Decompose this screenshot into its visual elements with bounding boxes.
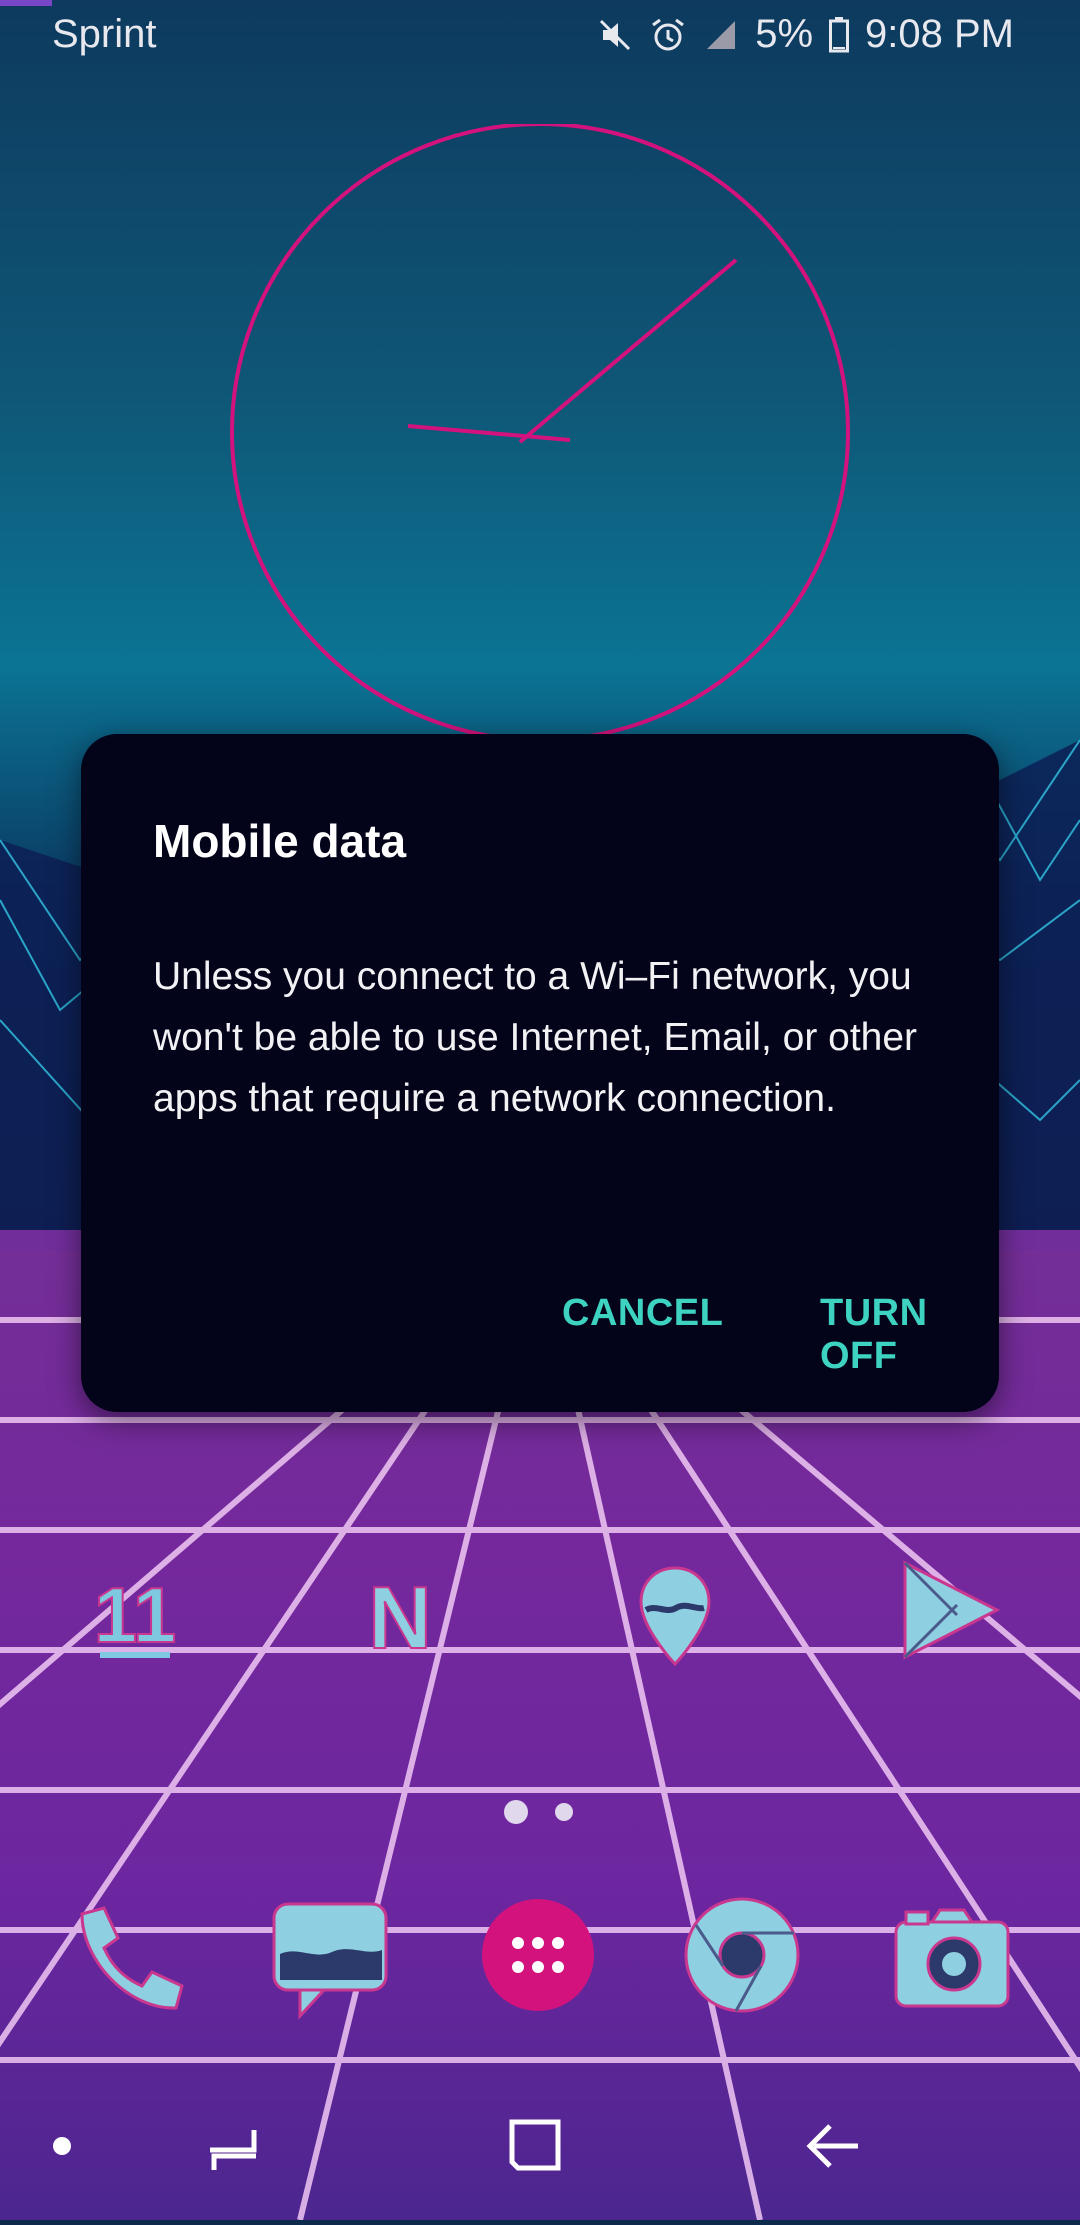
page-indicator[interactable] bbox=[500, 1800, 580, 1824]
play-store-app[interactable] bbox=[895, 1555, 1005, 1665]
messages-icon bbox=[272, 1902, 388, 2020]
maps-app[interactable] bbox=[620, 1560, 730, 1670]
turn-off-button[interactable]: TURN OFF bbox=[812, 1282, 999, 1388]
navigation-bar bbox=[0, 2100, 1080, 2220]
chrome-app[interactable] bbox=[682, 1895, 802, 2015]
dialog-message: Unless you connect to a Wi–Fi network, y… bbox=[153, 955, 918, 1120]
chrome-icon bbox=[684, 1897, 800, 2013]
mute-icon bbox=[600, 19, 631, 50]
app-drawer-button[interactable] bbox=[478, 1895, 598, 2015]
svg-text:N: N bbox=[368, 1568, 432, 1667]
carrier-label: Sprint bbox=[52, 12, 157, 56]
nav-icons bbox=[53, 2119, 858, 2171]
cancel-button[interactable]: CANCEL bbox=[554, 1282, 731, 1345]
recents-icon[interactable] bbox=[210, 2130, 257, 2170]
dot-indicator-icon bbox=[53, 2137, 71, 2155]
page-dots bbox=[504, 1800, 573, 1824]
camera-app[interactable] bbox=[892, 1900, 1012, 2020]
svg-text:11: 11 bbox=[94, 1571, 176, 1659]
maps-icon bbox=[639, 1566, 711, 1667]
alarm-icon bbox=[652, 18, 685, 50]
dialog-title: Mobile data bbox=[153, 815, 407, 867]
netflix-app[interactable]: N bbox=[345, 1560, 455, 1670]
home-icon[interactable] bbox=[509, 2119, 561, 2171]
app-drawer-icon bbox=[482, 1899, 594, 2011]
battery-icon bbox=[829, 16, 850, 52]
status-icons: 5% 9:08 PM bbox=[597, 12, 1014, 57]
mobile-data-dialog: Mobile data Unless you connect to a Wi–F… bbox=[81, 734, 999, 1412]
calendar-app[interactable]: 11 bbox=[80, 1560, 190, 1670]
back-icon[interactable] bbox=[806, 2124, 858, 2168]
clock-face bbox=[230, 122, 850, 742]
phone-app[interactable] bbox=[64, 1900, 184, 2020]
phone-icon bbox=[80, 1906, 184, 2010]
analog-clock-widget[interactable] bbox=[228, 122, 852, 742]
calendar-icon: 11 bbox=[93, 1570, 177, 1660]
status-time: 9:08 PM bbox=[865, 12, 1014, 56]
play-store-icon bbox=[903, 1560, 1001, 1660]
minute-hand bbox=[518, 258, 738, 444]
camera-icon bbox=[894, 1908, 1010, 2008]
hour-hand bbox=[407, 424, 571, 442]
status-bar: Sprint 5% 9:08 PM bbox=[0, 0, 1080, 72]
messages-app[interactable] bbox=[270, 1900, 390, 2020]
battery-percent: 5% bbox=[755, 12, 814, 56]
signal-icon bbox=[707, 20, 736, 49]
netflix-icon: N bbox=[367, 1567, 433, 1668]
